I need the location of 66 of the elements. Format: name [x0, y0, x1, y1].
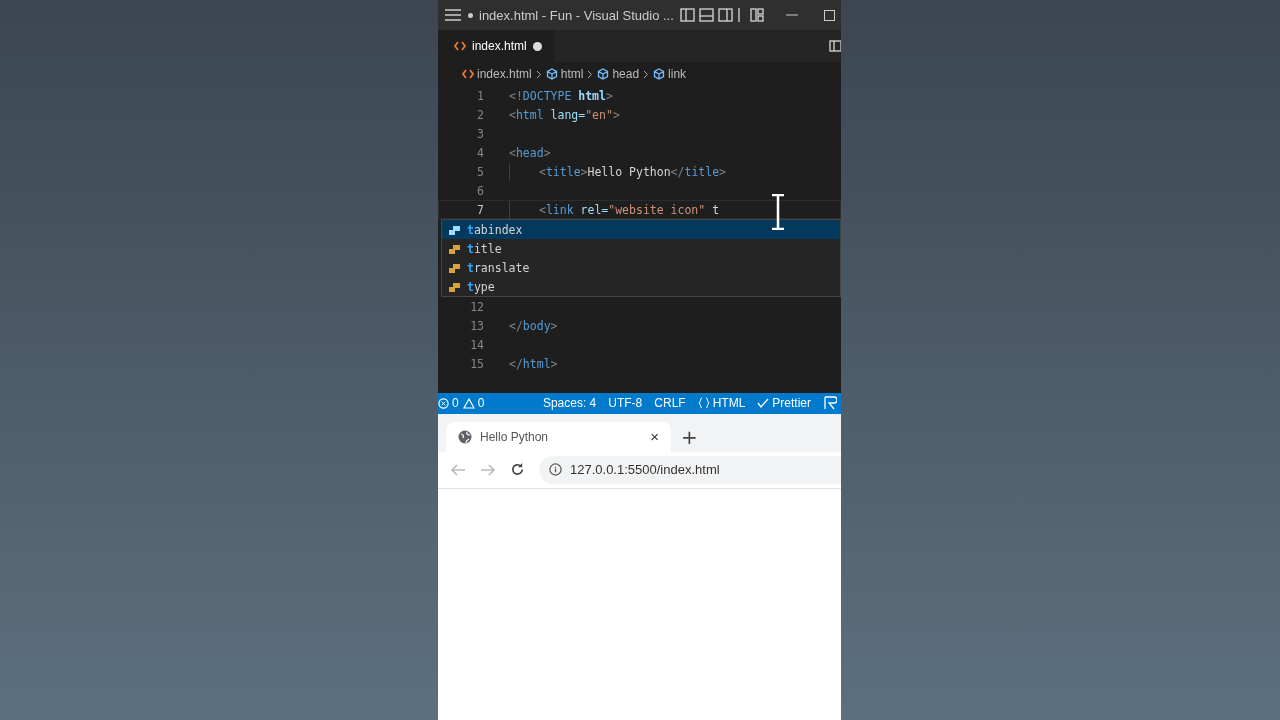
globe-icon: [458, 429, 472, 444]
warning-icon: [462, 397, 475, 409]
property-icon: [448, 280, 462, 293]
code-line: <!DOCTYPE html>: [509, 88, 613, 103]
breadcrumb[interactable]: head: [612, 67, 640, 81]
property-icon: [448, 261, 462, 274]
split-editor-icon[interactable]: [829, 40, 841, 52]
chevron-icon: [535, 69, 542, 79]
status-item[interactable]: UTF-8: [608, 396, 643, 410]
line-number: 3: [476, 126, 485, 141]
menu-icon[interactable]: [444, 8, 462, 22]
code-line: </body>: [509, 318, 558, 333]
line-number: 5: [476, 164, 485, 179]
tab-title: Hello Python: [480, 429, 549, 444]
suggestion-item[interactable]: title: [442, 239, 840, 258]
check-icon: [757, 398, 770, 408]
chevron-icon: [587, 69, 594, 79]
code-icon: [454, 41, 466, 51]
suggestion-item[interactable]: tabindex: [442, 220, 840, 239]
breadcrumb[interactable]: index.html: [477, 67, 532, 81]
status-item[interactable]: Prettier: [757, 396, 811, 410]
warning-count[interactable]: 0: [462, 396, 485, 410]
code-line: <link rel="website icon" t: [509, 202, 720, 217]
info-icon: [549, 463, 562, 476]
breadcrumb[interactable]: link: [668, 67, 687, 81]
code-line: <title>Hello Python</title>: [509, 164, 726, 179]
suggestion-item[interactable]: t ranslate: [442, 258, 840, 277]
code-icon: [462, 69, 474, 79]
chevron-icon: [643, 69, 650, 79]
line-number: 7: [476, 202, 485, 217]
address-bar[interactable]: 127.0.0.1:5500/index.html: [539, 455, 841, 484]
grid-icon[interactable]: [749, 8, 764, 22]
close-tab-button[interactable]: ×: [650, 428, 659, 445]
breadcrumb[interactable]: html: [560, 67, 584, 81]
status-item[interactable]: Spaces: 4: [542, 396, 597, 410]
line-number: 15: [469, 356, 485, 371]
code-line: <head>: [509, 145, 551, 160]
braces-icon: [697, 397, 710, 409]
suggestion-item[interactable]: type: [442, 277, 840, 296]
code-line: <html lang="en">: [509, 107, 620, 122]
line-number: 14: [469, 337, 485, 352]
error-count[interactable]: 0: [438, 396, 459, 410]
new-tab-button[interactable]: +: [681, 421, 698, 452]
editor-tab[interactable]: index.html: [438, 30, 554, 62]
line-number: 4: [476, 145, 485, 160]
browser-tab[interactable]: Hello Python ×: [446, 421, 671, 452]
line-number: 2: [476, 107, 485, 122]
maximize-icon[interactable]: [824, 9, 835, 21]
code-line: </html>: [509, 356, 558, 371]
url-text: 127.0.0.1:5500/index.html: [570, 462, 720, 477]
property-icon: [448, 223, 462, 236]
status-item[interactable]: HTML: [697, 396, 746, 410]
status-item[interactable]: CRLF: [654, 396, 686, 410]
text-cursor-icon: [771, 194, 785, 230]
window-title: index.html - Fun - Visual Studio ...: [479, 7, 674, 23]
line-number: 1: [476, 88, 485, 103]
line-number: 13: [469, 318, 485, 333]
cube-icon: [545, 68, 558, 80]
line-number: 12: [469, 299, 485, 314]
cube-icon: [597, 68, 610, 80]
line-number: 6: [476, 183, 485, 198]
property-icon: [448, 242, 462, 255]
error-icon: [438, 397, 449, 409]
cube-icon: [653, 68, 666, 80]
reload-icon[interactable]: [510, 462, 525, 477]
feedback-icon[interactable]: [823, 396, 837, 410]
